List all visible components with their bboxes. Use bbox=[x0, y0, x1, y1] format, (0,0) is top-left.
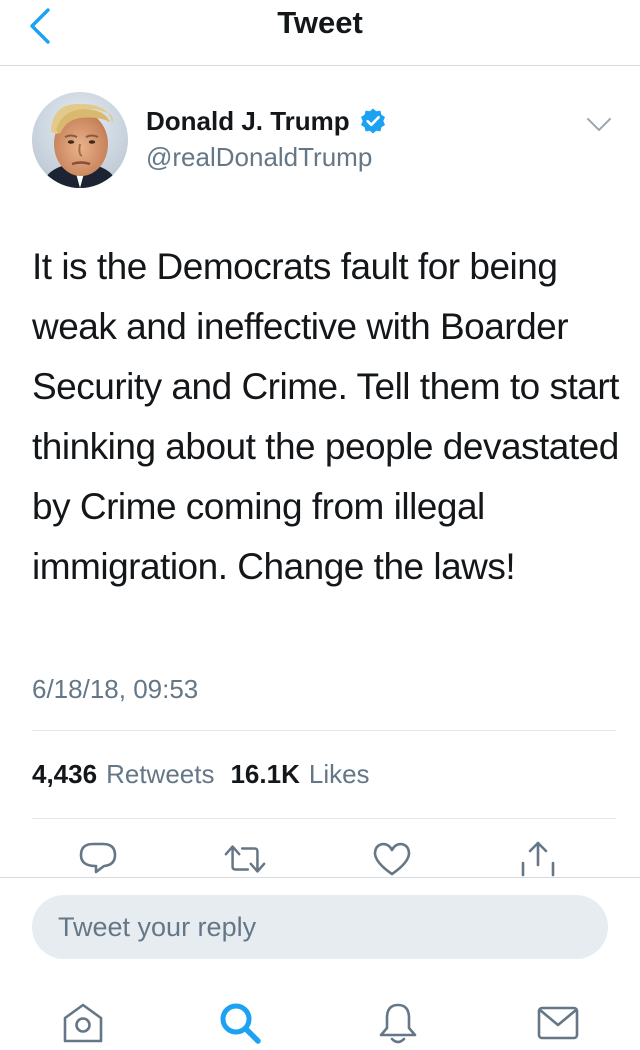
like-action[interactable] bbox=[370, 838, 414, 880]
tweet-text: It is the Democrats fault for being weak… bbox=[32, 246, 619, 587]
share-icon bbox=[521, 841, 555, 877]
home-icon bbox=[63, 1003, 103, 1043]
retweets-count[interactable]: 4,436 bbox=[32, 757, 97, 791]
tab-messages[interactable] bbox=[532, 1000, 584, 1046]
reply-area bbox=[0, 877, 640, 974]
tab-search[interactable] bbox=[214, 1000, 266, 1046]
tab-bar bbox=[0, 985, 640, 1050]
avatar[interactable] bbox=[32, 92, 128, 188]
divider bbox=[32, 818, 616, 819]
verified-badge-icon bbox=[360, 108, 385, 134]
retweet-action[interactable] bbox=[223, 838, 267, 880]
nav-bar: Tweet bbox=[0, 0, 640, 66]
likes-count[interactable]: 16.1K bbox=[230, 757, 299, 791]
tweet-actions bbox=[0, 838, 640, 880]
tweet-timestamp: 6/18/18, 09:53 bbox=[32, 674, 199, 704]
envelope-icon bbox=[537, 1006, 579, 1040]
reply-input[interactable] bbox=[32, 895, 608, 959]
likes-label[interactable]: Likes bbox=[309, 757, 370, 791]
display-name[interactable]: Donald J. Trump bbox=[146, 105, 350, 137]
display-name-row: Donald J. Trump bbox=[146, 104, 387, 138]
reply-icon bbox=[79, 842, 117, 874]
retweet-icon bbox=[224, 845, 266, 873]
user-handle[interactable]: @realDonaldTrump bbox=[146, 140, 372, 174]
tab-notifications[interactable] bbox=[372, 1000, 424, 1046]
retweets-label[interactable]: Retweets bbox=[106, 757, 214, 791]
chevron-down-icon bbox=[587, 118, 611, 131]
tweet-author: Donald J. Trump @realDonaldTrump bbox=[0, 88, 640, 198]
page-title: Tweet bbox=[277, 5, 363, 40]
search-icon bbox=[220, 1003, 261, 1044]
tweet-stats: 4,436 Retweets 16.1K Likes bbox=[32, 756, 370, 792]
tab-home[interactable] bbox=[57, 1000, 109, 1046]
reply-action[interactable] bbox=[76, 838, 120, 880]
heart-icon bbox=[373, 842, 411, 876]
avatar-photo bbox=[32, 92, 128, 188]
divider bbox=[32, 730, 616, 731]
bell-icon bbox=[379, 1003, 417, 1044]
share-action[interactable] bbox=[516, 838, 560, 880]
tweet-menu-button[interactable] bbox=[582, 112, 616, 138]
